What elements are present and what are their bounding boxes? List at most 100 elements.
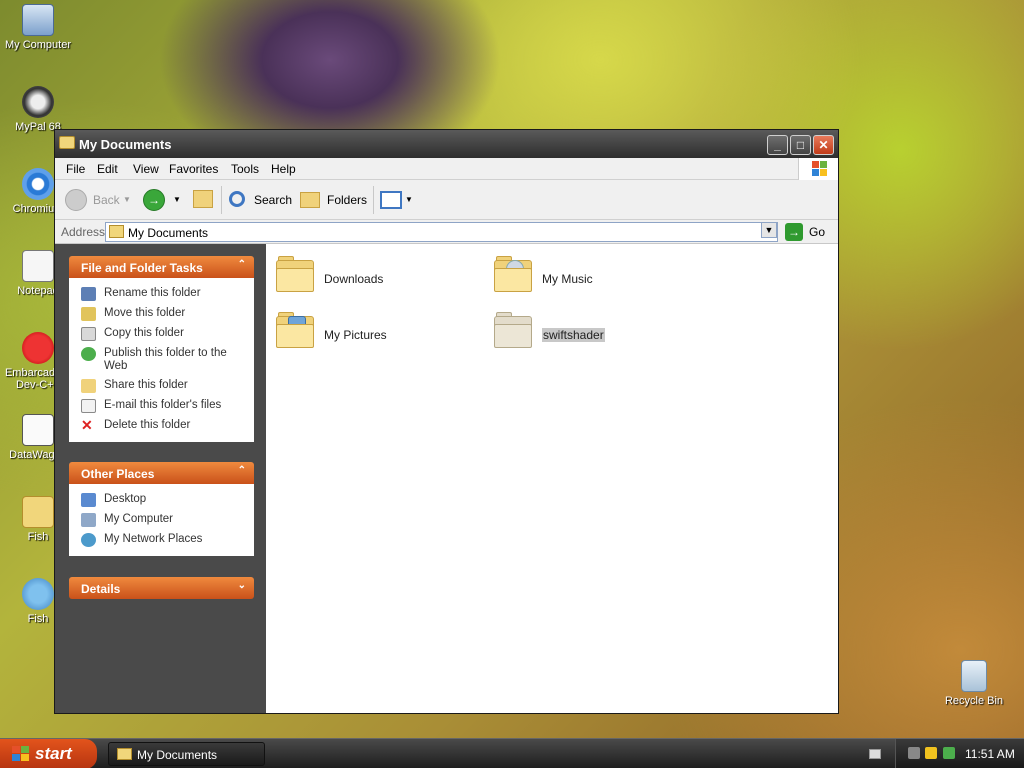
task-copy-folder[interactable]: Copy this folder (69, 324, 254, 344)
collapse-icon: ⌃ (237, 259, 246, 270)
windows-logo-icon (12, 746, 30, 762)
views-button[interactable]: ▼ (380, 188, 414, 212)
search-icon (229, 191, 245, 207)
task-delete-folder[interactable]: ✕ Delete this folder (69, 416, 254, 436)
task-share-folder[interactable]: Share this folder (69, 376, 254, 396)
other-places-header[interactable]: Other Places ⌃ (69, 462, 254, 484)
task-label: Move this folder (104, 307, 186, 319)
folder-icon (274, 256, 318, 296)
folders-button[interactable]: Folders (300, 188, 368, 212)
safely-remove-hardware-icon[interactable] (943, 747, 955, 759)
place-label: Desktop (104, 493, 147, 505)
task-label: Rename this folder (104, 287, 201, 299)
datawagon-icon (22, 414, 54, 446)
toolbar: Back ▼ → ▼ Search Folders ▼ (55, 180, 838, 220)
security-shield-icon[interactable] (925, 747, 937, 759)
delete-icon: ✕ (81, 417, 93, 433)
place-my-network-places[interactable]: My Network Places (69, 530, 254, 550)
folders-label: Folders (327, 193, 368, 207)
menu-edit[interactable]: Edit (97, 162, 118, 176)
place-label: My Network Places (104, 533, 203, 545)
minimize-button[interactable]: _ (767, 135, 788, 155)
expand-icon: ⌄ (237, 580, 246, 591)
forward-button[interactable]: → ▼ (143, 188, 183, 212)
views-icon (380, 191, 402, 209)
panel-title: Other Places (81, 467, 155, 481)
copy-icon (81, 327, 96, 341)
share-icon (81, 379, 96, 393)
pictures-folder-icon (274, 312, 318, 352)
place-my-computer[interactable]: My Computer (69, 510, 254, 530)
menu-view[interactable]: View (133, 162, 159, 176)
task-label: Publish this folder to the Web (104, 347, 227, 372)
folder-item-my-pictures[interactable]: My Pictures (274, 312, 474, 362)
address-bar: Address My Documents ▼ → Go (55, 220, 838, 244)
taskbar-item-my-documents[interactable]: My Documents (108, 742, 265, 766)
notepad-icon (22, 250, 54, 282)
panel-title: File and Folder Tasks (81, 261, 203, 275)
folder-name: swiftshader (542, 328, 605, 342)
desktop-icon (81, 493, 96, 507)
explorer-body: File and Folder Tasks ⌃ Rename this fold… (55, 244, 838, 713)
address-input[interactable]: My Documents (105, 222, 778, 242)
globe-icon (81, 347, 96, 361)
desktop-icon-my-computer[interactable]: My Computer (0, 4, 78, 51)
file-folder-tasks-panel: File and Folder Tasks ⌃ Rename this fold… (69, 256, 254, 442)
up-folder-button[interactable] (193, 188, 217, 212)
other-places-panel: Other Places ⌃ Desktop My Computer My Ne… (69, 462, 254, 556)
devcpp-icon (22, 332, 54, 364)
task-label: Delete this folder (104, 419, 191, 431)
task-rename-folder[interactable]: Rename this folder (69, 284, 254, 304)
folder-icon (59, 136, 75, 149)
mypal-icon (22, 86, 54, 118)
fish-zip-icon (22, 496, 54, 528)
search-label: Search (254, 193, 293, 207)
collapse-icon: ⌃ (237, 465, 246, 476)
desktop-icon-mypal[interactable]: MyPal 68 (0, 86, 78, 133)
desktop-icon-recycle-bin[interactable]: Recycle Bin (934, 660, 1014, 707)
search-button[interactable]: Search (227, 188, 293, 212)
keyboard-icon[interactable] (869, 749, 881, 759)
folder-item-swiftshader[interactable]: swiftshader (492, 312, 692, 362)
email-icon (81, 399, 96, 413)
folder-item-downloads[interactable]: Downloads (274, 256, 474, 306)
network-tray-icon[interactable] (908, 747, 920, 759)
system-tray: 11:51 AM (895, 739, 1024, 768)
address-dropdown-button[interactable]: ▼ (761, 222, 777, 238)
recycle-bin-icon (961, 660, 987, 692)
title-bar[interactable]: My Documents _ □ ✕ (55, 130, 838, 158)
folder-name: Downloads (324, 272, 384, 286)
rename-icon (81, 287, 96, 301)
task-email-files[interactable]: E-mail this folder's files (69, 396, 254, 416)
clock[interactable]: 11:51 AM (965, 747, 1015, 761)
go-arrow-icon: → (785, 223, 803, 241)
back-button[interactable]: Back ▼ (65, 188, 131, 212)
menu-favorites[interactable]: Favorites (169, 162, 218, 176)
details-header[interactable]: Details ⌄ (69, 577, 254, 599)
folder-icon (492, 312, 536, 352)
close-button[interactable]: ✕ (813, 135, 834, 155)
menu-tools[interactable]: Tools (231, 162, 259, 176)
menu-help[interactable]: Help (271, 162, 296, 176)
menu-file[interactable]: File (66, 162, 85, 176)
task-publish-web[interactable]: Publish this folder to the Web (69, 344, 254, 376)
file-list: Downloads My Music My Pictures swiftshad… (266, 244, 838, 713)
menu-bar: File Edit View Favorites Tools Help (55, 158, 838, 180)
go-button[interactable]: → Go (783, 222, 833, 242)
task-move-folder[interactable]: Move this folder (69, 304, 254, 324)
file-folder-tasks-header[interactable]: File and Folder Tasks ⌃ (69, 256, 254, 278)
my-computer-icon (81, 513, 96, 527)
start-button[interactable]: start (0, 739, 97, 768)
folder-icon (117, 748, 132, 760)
panel-title: Details (81, 582, 121, 596)
maximize-button[interactable]: □ (790, 135, 811, 155)
windows-logo-icon (798, 158, 838, 180)
toolbar-separator (373, 186, 374, 214)
folder-item-my-music[interactable]: My Music (492, 256, 692, 306)
place-desktop[interactable]: Desktop (69, 490, 254, 510)
address-label: Address (61, 225, 106, 239)
go-label: Go (809, 225, 826, 239)
address-value: My Documents (128, 226, 209, 240)
folder-icon (109, 225, 124, 238)
taskbar: start My Documents 11:51 AM (0, 738, 1024, 768)
